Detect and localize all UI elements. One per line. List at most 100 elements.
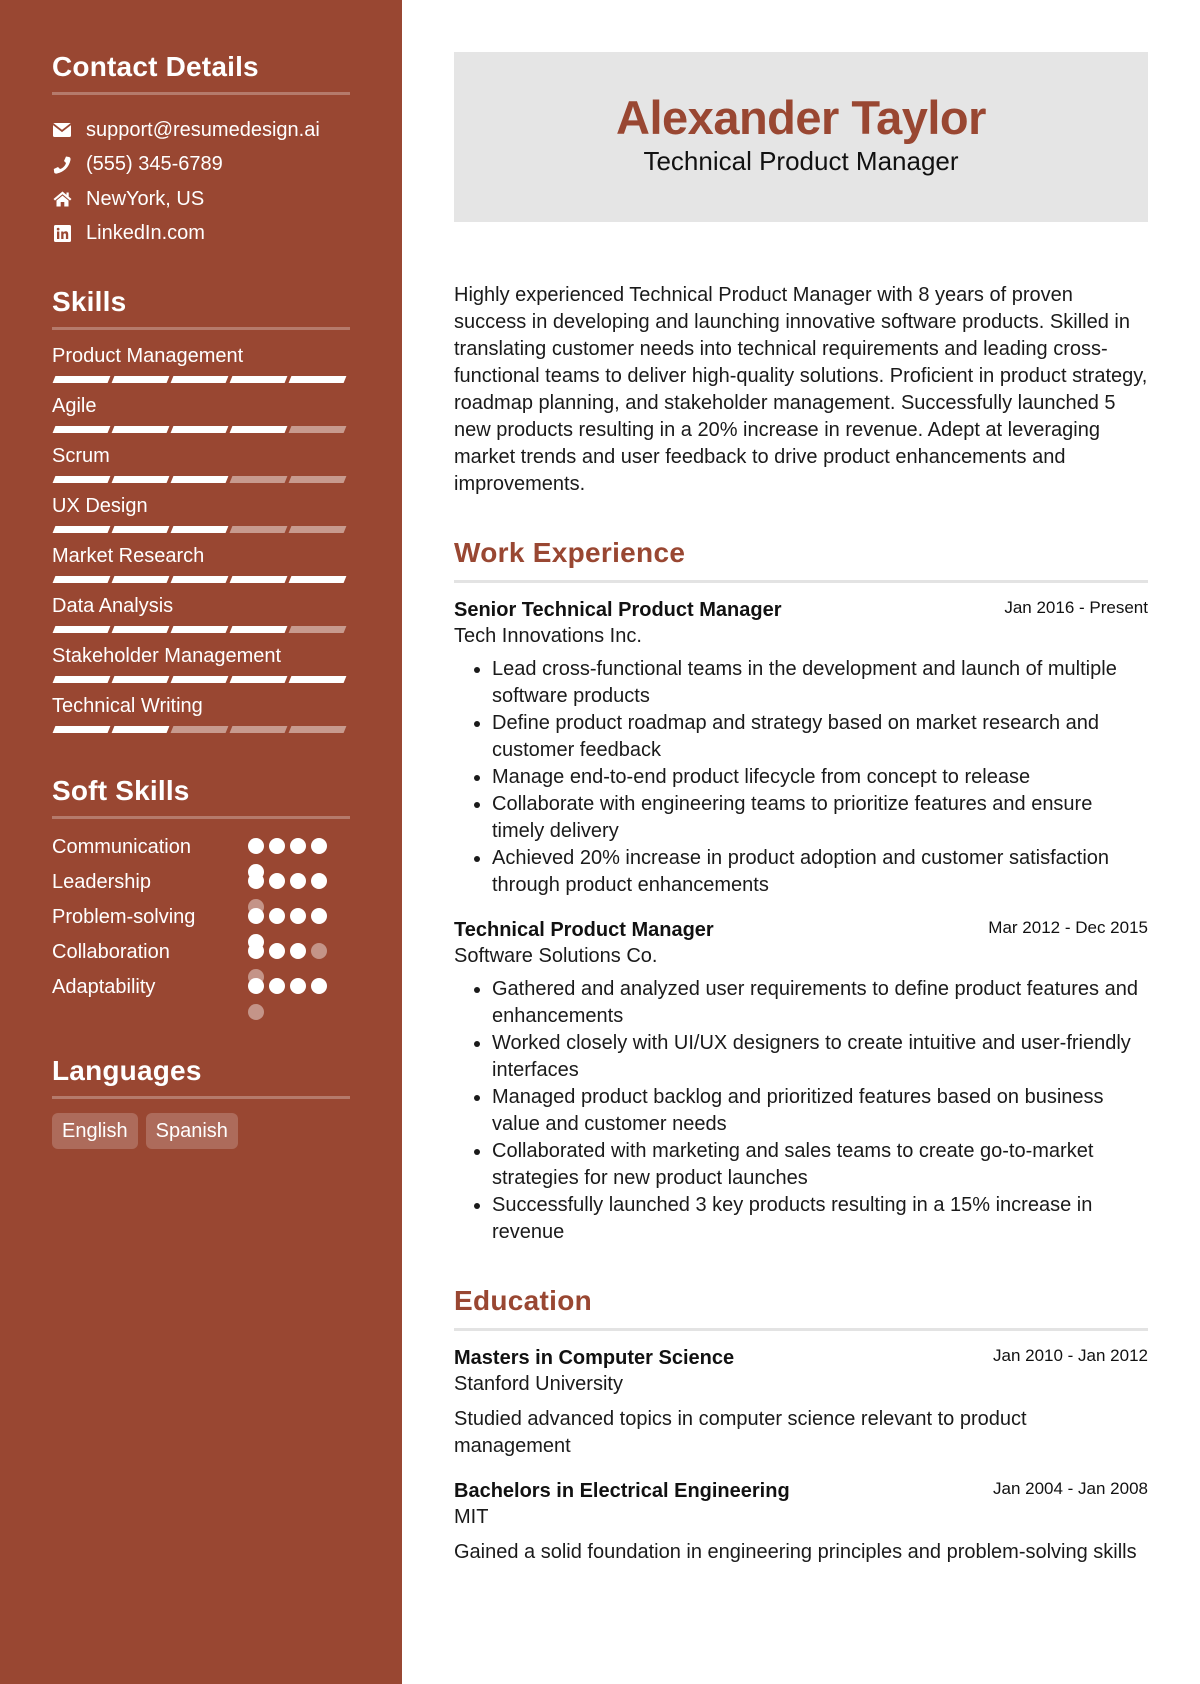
skill-name: Product Management <box>52 345 244 367</box>
skill-row: Technical Writing <box>52 694 350 744</box>
skill-name: Scrum <box>52 445 110 467</box>
degree-title: Bachelors in Electrical Engineering <box>454 1480 790 1502</box>
skill-name: Agile <box>52 395 97 417</box>
soft-skill-row: Communication <box>52 835 350 880</box>
skill-level-bar <box>52 576 347 583</box>
languages-title: Languages <box>52 1054 350 1099</box>
education-entry: Bachelors in Electrical Engineering Jan … <box>454 1478 1148 1566</box>
skill-row: Stakeholder Management <box>52 644 350 694</box>
sidebar: Contact Details support@resumedesign.ai … <box>0 0 402 1684</box>
job-bullet: Managed product backlog and prioritized … <box>492 1084 1148 1138</box>
skill-level-bar <box>52 526 347 533</box>
rating-dot-filled <box>311 838 327 854</box>
skill-segment-filled <box>111 526 170 533</box>
skill-segment-filled <box>111 426 170 433</box>
home-icon <box>52 189 72 209</box>
job-bullet: Collaborate with engineering teams to pr… <box>492 791 1148 845</box>
skill-segment-filled <box>52 626 111 633</box>
contact-linkedin-text: LinkedIn.com <box>86 222 205 245</box>
contact-phone[interactable]: (555) 345-6789 <box>52 148 350 183</box>
company-name: Software Solutions Co. <box>454 945 658 967</box>
skill-segment-empty <box>288 476 347 483</box>
school-name: MIT <box>454 1506 489 1528</box>
soft-skills-section: Soft Skills Communication Leadership Probl… <box>52 774 350 1020</box>
summary-paragraph: Highly experienced Technical Product Man… <box>454 284 1148 495</box>
skill-row: Scrum <box>52 444 350 494</box>
soft-skill-row: Collaboration <box>52 940 350 985</box>
rating-dot-filled <box>311 978 327 994</box>
rating-dot-filled <box>290 908 306 924</box>
skill-segment-filled <box>52 476 111 483</box>
rating-dot-filled <box>269 978 285 994</box>
contact-title: Contact Details <box>52 50 350 95</box>
skill-segment-empty <box>288 626 347 633</box>
job-bullet: Achieved 20% increase in product adoptio… <box>492 845 1148 899</box>
work-entry: Technical Product Manager Mar 2012 - Dec… <box>454 917 1148 1246</box>
skill-segment-filled <box>111 626 170 633</box>
skill-segment-filled <box>52 726 111 733</box>
soft-skill-name: Problem-solving <box>52 906 196 928</box>
rating-dot-filled <box>248 943 264 959</box>
rating-dot-filled <box>269 838 285 854</box>
rating-dot-filled <box>269 873 285 889</box>
company-name: Tech Innovations Inc. <box>454 625 642 647</box>
skill-segment-filled <box>229 376 288 383</box>
skill-segment-filled <box>170 476 229 483</box>
skill-name: Stakeholder Management <box>52 645 282 667</box>
skill-segment-filled <box>52 676 111 683</box>
contact-email[interactable]: support@resumedesign.ai <box>52 113 350 148</box>
degree-date: Jan 2004 - Jan 2008 <box>992 1479 1148 1498</box>
skill-segment-filled <box>111 576 170 583</box>
skill-segment-filled <box>111 476 170 483</box>
skill-name: Data Analysis <box>52 595 174 617</box>
soft-skill-rating <box>248 978 338 1020</box>
degree-description: Gained a solid foundation in engineering… <box>454 1541 1137 1563</box>
soft-skill-rating <box>248 908 338 950</box>
skill-segment-filled <box>170 526 229 533</box>
work-section: Work Experience Senior Technical Product… <box>454 536 1148 1246</box>
contact-phone-text: (555) 345-6789 <box>86 153 223 176</box>
skill-segment-filled <box>229 676 288 683</box>
education-entry-header: Masters in Computer Science Jan 2010 - J… <box>454 1345 1148 1371</box>
soft-skill-name: Adaptability <box>52 976 156 998</box>
contact-linkedin[interactable]: LinkedIn.com <box>52 217 350 252</box>
soft-skill-rating <box>248 873 338 915</box>
work-title: Work Experience <box>454 536 1148 583</box>
job-date: Jan 2016 - Present <box>1004 598 1148 617</box>
job-bullet: Worked closely with UI/UX designers to c… <box>492 1030 1148 1084</box>
job-bullet: Gathered and analyzed user requirements … <box>492 976 1148 1030</box>
education-section: Education Masters in Computer Science Ja… <box>454 1284 1148 1566</box>
skill-segment-filled <box>52 576 111 583</box>
header-box: Alexander Taylor Technical Product Manag… <box>454 52 1148 222</box>
candidate-name: Alexander Taylor <box>454 52 1148 146</box>
soft-skill-rating <box>248 943 338 985</box>
language-badge: Spanish <box>145 1113 238 1149</box>
skill-level-bar <box>52 476 347 483</box>
work-entry: Senior Technical Product Manager Jan 201… <box>454 597 1148 899</box>
skill-level-bar <box>52 726 347 733</box>
skill-segment-filled <box>229 576 288 583</box>
work-entry-header: Technical Product Manager Mar 2012 - Dec… <box>454 917 1148 943</box>
candidate-name-text: Alexander Taylor <box>616 91 986 144</box>
skill-segment-filled <box>111 376 170 383</box>
skill-segment-filled <box>229 426 288 433</box>
skill-name: Market Research <box>52 545 205 567</box>
skill-row: Market Research <box>52 544 350 594</box>
soft-skill-row: Adaptability <box>52 975 350 1020</box>
skill-level-bar <box>52 426 347 433</box>
education-entry: Masters in Computer Science Jan 2010 - J… <box>454 1345 1148 1460</box>
skills-list: Product Management Agile Scrum UX Design Mar… <box>52 344 350 744</box>
skill-row: Product Management <box>52 344 350 394</box>
skill-segment-filled <box>111 676 170 683</box>
rating-dot-filled <box>248 873 264 889</box>
soft-skills-list: Communication Leadership Problem-solving Co… <box>52 835 350 1020</box>
skill-segment-filled <box>170 426 229 433</box>
skill-row: Data Analysis <box>52 594 350 644</box>
skill-name: Technical Writing <box>52 695 203 717</box>
main-content: Alexander Taylor Technical Product Manag… <box>454 52 1148 1566</box>
skill-segment-empty <box>229 476 288 483</box>
languages-section: Languages English Spanish <box>52 1054 350 1149</box>
job-date: Mar 2012 - Dec 2015 <box>988 918 1148 937</box>
contact-list: support@resumedesign.ai (555) 345-6789 N… <box>52 113 350 251</box>
skill-segment-filled <box>170 626 229 633</box>
